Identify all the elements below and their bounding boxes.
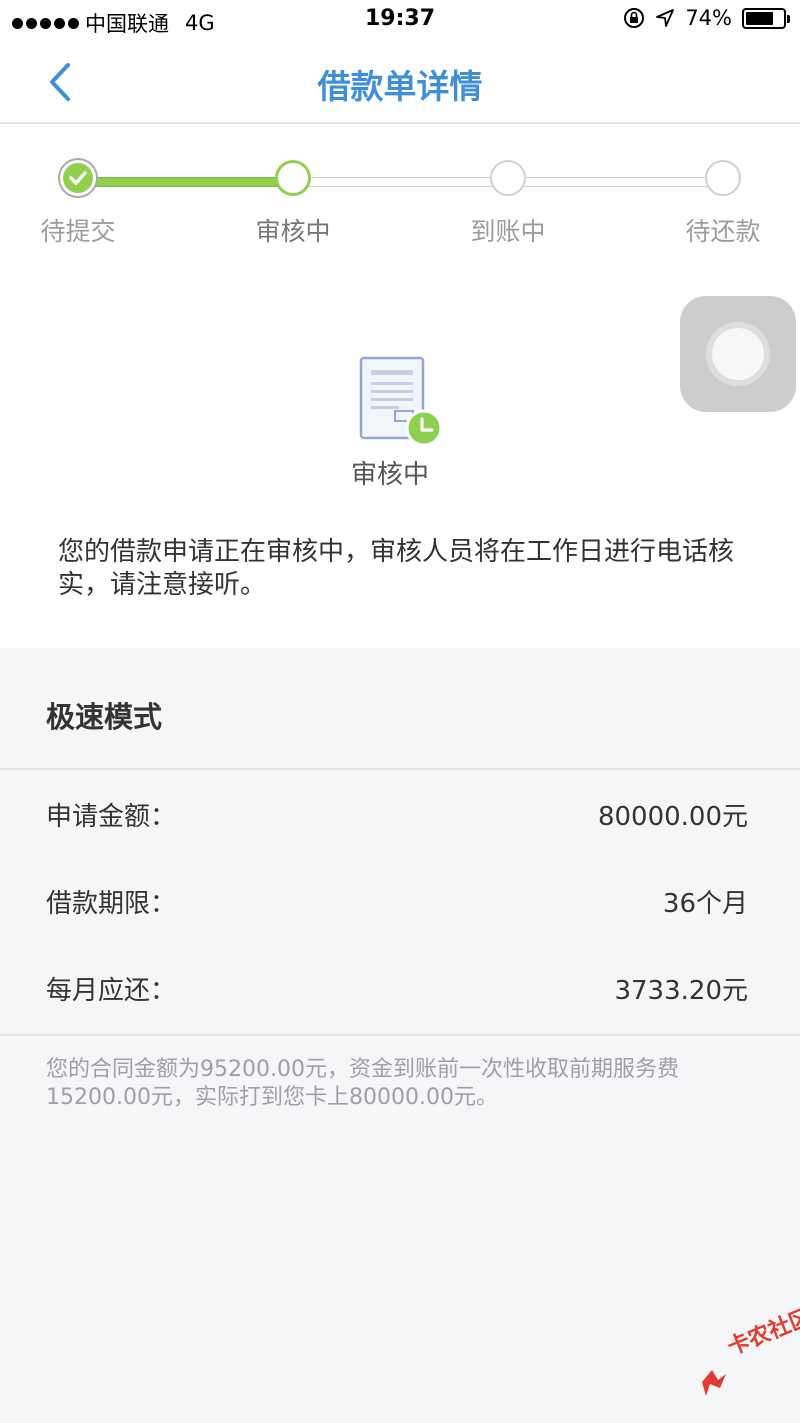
page-title: 借款单详情 [317, 67, 483, 106]
detail-row-term: 借款期限： 36个月 [46, 881, 748, 921]
detail-label: 申请金额： [46, 801, 177, 832]
fee-notice: 您的合同金额为95200.00元，资金到账前一次性收取前期服务费15200.00… [46, 1057, 679, 1110]
loan-details: 申请金额： 80000.00元 借款期限： 36个月 每月应还： 3733.20… [0, 770, 800, 1036]
step-label-crediting: 到账中 [470, 217, 546, 246]
step-node-crediting [490, 160, 526, 196]
check-icon [69, 171, 87, 185]
rotation-lock-icon [624, 8, 645, 28]
step-label-reviewing: 审核中 [255, 217, 331, 246]
step-node-repayment [705, 160, 741, 196]
mode-header: 极速模式 [0, 648, 800, 770]
progress-stepper: 待提交 审核中 到账中 待还款 [0, 158, 800, 258]
detail-value: 3733.20元 [614, 975, 748, 1006]
nav-bar: 借款单详情 [0, 40, 800, 124]
detail-label: 借款期限： [46, 888, 177, 919]
step-node-reviewing [275, 160, 311, 196]
status-bar: 中国联通 4G 19:37 74% [0, 0, 800, 40]
detail-value: 36个月 [662, 888, 748, 919]
assistive-touch-dot [712, 328, 764, 380]
battery-percent: 74% [685, 6, 732, 30]
location-arrow-icon [656, 9, 675, 27]
step-label-repayment: 待还款 [685, 217, 761, 246]
step-node-submitted [60, 160, 96, 196]
step-track-completed [78, 177, 294, 187]
detail-row-monthly: 每月应还： 3733.20元 [46, 968, 748, 1008]
document-clock-icon [359, 356, 443, 446]
assistive-touch-button[interactable] [680, 296, 796, 412]
detail-row-amount: 申请金额： 80000.00元 [46, 794, 748, 834]
step-label-submitted: 待提交 [40, 217, 116, 246]
battery-icon [742, 7, 790, 29]
battery-fill [746, 11, 773, 25]
mode-title: 极速模式 [46, 700, 163, 734]
status-description: 您的借款申请正在审核中，审核人员将在工作日进行电话核实，请注意接听。 [58, 537, 735, 600]
detail-label: 每月应还： [46, 975, 177, 1006]
status-right: 74% [623, 6, 790, 30]
status-title: 审核中 [350, 460, 429, 490]
detail-value: 80000.00元 [597, 801, 748, 832]
